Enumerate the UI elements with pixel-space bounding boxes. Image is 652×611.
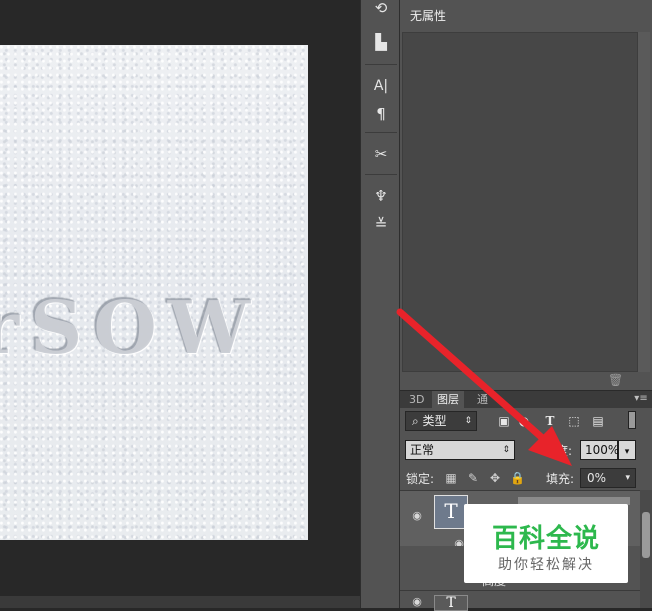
lock-transparent-icon[interactable]: ▦ [444, 471, 458, 485]
watermark-badge: 百科全说 助你轻松解决 [464, 504, 628, 583]
tab-channels[interactable]: 通 [472, 391, 493, 409]
filter-toggle-switch[interactable] [628, 411, 636, 429]
brush-presets-icon[interactable]: ♆ [368, 184, 394, 208]
fill-value: 0% [587, 471, 607, 485]
filter-type-icon[interactable]: T [542, 413, 558, 429]
eye-icon[interactable]: ◉ [410, 509, 424, 523]
character-icon[interactable]: A| [368, 74, 394, 98]
layers-scrollbar-thumb[interactable] [642, 512, 650, 558]
fill-input[interactable]: 0% ▾ [580, 468, 636, 488]
brush-settings-icon[interactable]: ≚ [368, 212, 394, 236]
fill-label: 填充: [546, 472, 575, 486]
panel-icon-strip: ⟲ ▙ A| ¶ ✂ ♆ ≚ [360, 0, 400, 608]
lock-move-icon[interactable]: ✥ [488, 471, 502, 485]
filter-smartobject-icon[interactable]: ▤ [590, 413, 606, 429]
text-layer-thumbnail: T [434, 595, 468, 611]
lock-brush-icon[interactable]: ✎ [466, 471, 480, 485]
history-icon[interactable]: ⟲ [368, 0, 394, 20]
chevron-updown-icon: ⇕ [464, 416, 472, 426]
tab-3d[interactable]: 3D [404, 391, 429, 409]
filter-kind-label: 类型 [422, 414, 447, 428]
layer-row[interactable]: ◉ T [400, 590, 640, 611]
eye-icon[interactable]: ◉ [410, 595, 424, 609]
tool-divider [365, 174, 397, 175]
properties-body [402, 32, 638, 372]
text-layer-thumbnail: T [434, 495, 468, 529]
lock-label: 锁定: [406, 472, 435, 486]
layer-filter-select[interactable]: ⌕ 类型 ⇕ [405, 411, 477, 431]
tab-layers[interactable]: 图层 [432, 391, 464, 409]
filter-shape-icon[interactable]: ⬚ [566, 413, 582, 429]
layers-tab-bar: 3D 图层 通 [400, 390, 652, 409]
watermark-title: 百科全说 [491, 524, 600, 554]
tool-presets-icon[interactable]: ✂ [368, 142, 394, 166]
search-icon: ⌕ [412, 414, 423, 428]
paragraph-icon[interactable]: ¶ [368, 102, 394, 126]
snow-text-layer: rSOW [0, 285, 260, 371]
opacity-input[interactable]: 100% [580, 440, 619, 460]
filter-adjustment-icon[interactable]: ◐ [516, 413, 532, 429]
opacity-dropdown-button[interactable]: ▾ [618, 440, 636, 460]
opacity-label: 度: [556, 444, 573, 458]
trash-icon[interactable]: 🗑 [608, 373, 623, 387]
chevron-down-icon: ▾ [624, 447, 630, 457]
watermark-subtitle: 助你轻松解决 [498, 557, 594, 573]
tool-divider [365, 132, 397, 133]
properties-panel: 无属性 [400, 0, 652, 390]
panel-menu-icon[interactable]: ▾≡ [632, 392, 650, 406]
lock-all-icon[interactable]: 🔒 [510, 471, 525, 485]
blend-mode-value: 正常 [410, 443, 435, 457]
chevron-updown-icon: ⇕ [502, 445, 510, 455]
clone-source-icon[interactable]: ▙ [368, 30, 394, 54]
properties-title: 无属性 [410, 9, 447, 23]
canvas-horizontal-scrollbar[interactable] [0, 596, 360, 608]
blend-mode-select[interactable]: 正常 ⇕ [405, 440, 515, 460]
chevron-down-icon: ▾ [625, 473, 630, 483]
filter-pixel-icon[interactable]: ▣ [496, 413, 512, 429]
tool-divider [365, 64, 397, 65]
properties-scrollbar[interactable] [638, 32, 650, 372]
document-canvas[interactable]: rSOW [0, 45, 308, 540]
